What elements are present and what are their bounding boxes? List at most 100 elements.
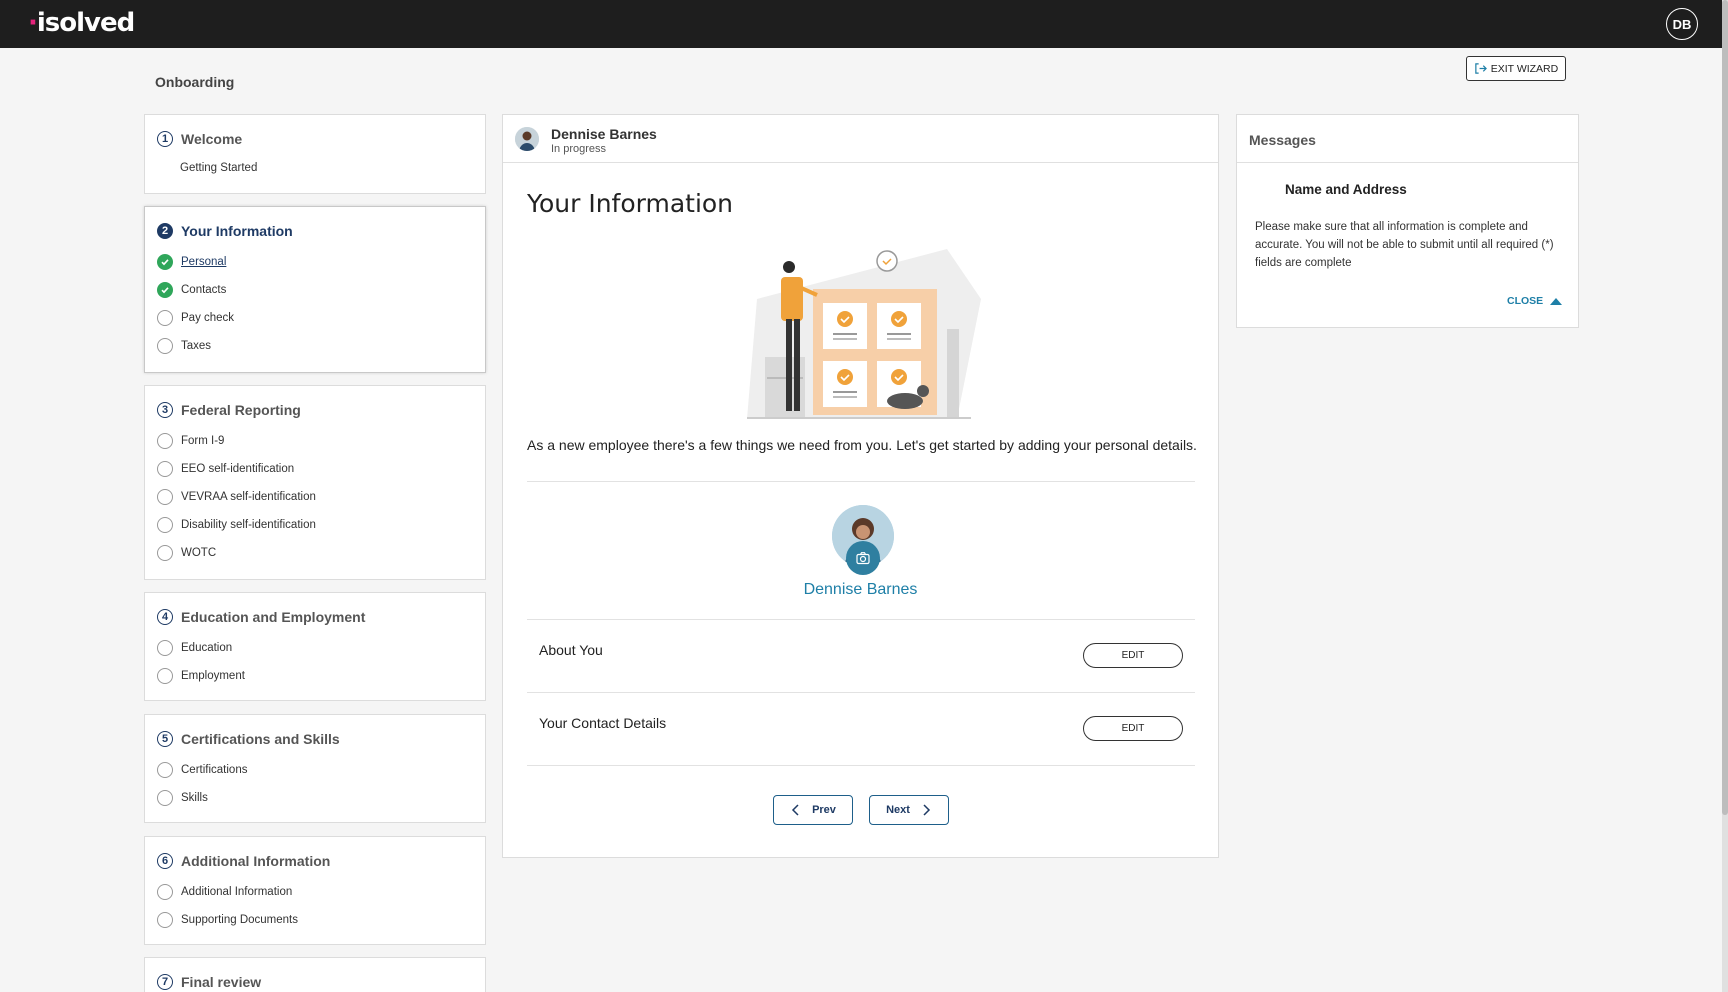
nav-item-employment[interactable]: Employment	[157, 668, 245, 684]
step-number-4: 4	[157, 609, 173, 625]
nav-item-education[interactable]: Education	[157, 640, 232, 656]
employee-status: In progress	[551, 143, 607, 155]
message-text: Please make sure that all information is…	[1255, 221, 1554, 269]
edit-contact-details-button[interactable]: EDIT	[1083, 716, 1183, 741]
scrollbar-thumb[interactable]	[1722, 0, 1728, 815]
section-title: Your Information	[181, 223, 293, 239]
message-title: Name and Address	[1285, 182, 1407, 197]
section-your-information: 2 Your Information Personal Contacts Pay …	[144, 206, 486, 373]
section-title: Education and Employment	[181, 609, 366, 625]
nav-item-label: Pay check	[181, 312, 235, 324]
empty-circle-icon	[157, 433, 173, 449]
empty-circle-icon	[157, 668, 173, 684]
nav-item-label: Getting Started	[180, 162, 258, 174]
section-header[interactable]: 6 Additional Information	[157, 853, 330, 869]
empty-circle-icon	[157, 790, 173, 806]
main-panel: Dennise Barnes In progress Your Informat…	[502, 114, 1219, 858]
profile-name-link[interactable]: Dennise Barnes	[503, 581, 1218, 599]
section-title: Final review	[181, 974, 262, 990]
step-number-7: 7	[157, 974, 173, 990]
section-final-review: 7 Final review	[144, 957, 486, 992]
divider	[527, 481, 1195, 482]
nav-item-personal[interactable]: Personal	[157, 254, 226, 270]
step-number-2: 2	[157, 223, 173, 239]
nav-item-certifications[interactable]: Certifications	[157, 762, 247, 778]
exit-wizard-button[interactable]: EXIT WIZARD	[1466, 56, 1566, 81]
prev-button[interactable]: Prev	[773, 795, 853, 825]
edit-about-you-button[interactable]: EDIT	[1083, 643, 1183, 668]
nav-item-label: Form I-9	[181, 435, 225, 447]
empty-circle-icon	[157, 489, 173, 505]
nav-item-label: Taxes	[181, 340, 212, 352]
onboarding-illustration	[747, 249, 981, 419]
empty-circle-icon	[157, 461, 173, 477]
step-number-5: 5	[157, 731, 173, 747]
nav-item-label: Personal	[181, 256, 227, 268]
empty-circle-icon	[157, 640, 173, 656]
section-additional-information: 6 Additional Information Additional Infor…	[144, 836, 486, 945]
messages-title: Messages	[1249, 132, 1316, 148]
nav-item-label: Contacts	[181, 284, 227, 296]
check-circle-icon	[157, 254, 173, 270]
employee-avatar	[515, 127, 539, 151]
nav-item-label: Education	[181, 642, 233, 654]
empty-circle-icon	[157, 310, 173, 326]
page-scrollbar[interactable]	[1722, 0, 1728, 992]
section-header[interactable]: 4 Education and Employment	[157, 609, 365, 625]
section-header[interactable]: 1 Welcome	[157, 131, 242, 147]
messages-header: Messages	[1237, 115, 1578, 163]
contact-details-label: Your Contact Details	[539, 715, 667, 731]
nav-item-getting-started[interactable]: Getting Started	[180, 162, 257, 174]
chevron-left-icon	[792, 804, 799, 816]
nav-item-label: VEVRAA self-identification	[181, 491, 316, 503]
section-education-employment: 4 Education and Employment Education Empl…	[144, 592, 486, 701]
nav-item-label: WOTC	[181, 547, 217, 559]
nav-item-form-i9[interactable]: Form I-9	[157, 433, 224, 449]
section-header[interactable]: 7 Final review	[157, 974, 261, 990]
camera-icon[interactable]	[846, 541, 880, 575]
divider	[527, 765, 1195, 766]
top-bar: ·isolved DB	[0, 0, 1728, 48]
divider	[527, 619, 1195, 620]
section-title: Additional Information	[181, 853, 331, 869]
employee-name: Dennise Barnes	[551, 126, 657, 142]
empty-circle-icon	[157, 517, 173, 533]
step-number-1: 1	[157, 131, 173, 147]
nav-item-skills[interactable]: Skills	[157, 790, 208, 806]
nav-item-label: Additional Information	[181, 886, 293, 898]
nav-item-contacts[interactable]: Contacts	[157, 282, 226, 298]
nav-item-label: Disability self-identification	[181, 519, 316, 531]
exit-icon	[1475, 63, 1487, 74]
isolved-logo[interactable]: ·isolved	[28, 8, 135, 38]
nav-item-taxes[interactable]: Taxes	[157, 338, 211, 354]
section-welcome: 1 Welcome Getting Started	[144, 114, 486, 194]
empty-circle-icon	[157, 884, 173, 900]
section-certifications-skills: 5 Certifications and Skills Certification…	[144, 714, 486, 823]
nav-item-disability[interactable]: Disability self-identification	[157, 517, 316, 533]
next-button[interactable]: Next	[869, 795, 949, 825]
employee-header: Dennise Barnes In progress	[503, 115, 1218, 163]
section-title: Welcome	[181, 131, 243, 147]
nav-item-pay-check[interactable]: Pay check	[157, 310, 234, 326]
section-header[interactable]: 5 Certifications and Skills	[157, 731, 340, 747]
messages-panel: Messages Name and Address Please make su…	[1236, 114, 1579, 328]
empty-circle-icon	[157, 545, 173, 561]
caret-up-icon	[1550, 298, 1563, 305]
intro-text: As a new employee there's a few things w…	[527, 437, 1197, 453]
nav-item-vevraa[interactable]: VEVRAA self-identification	[157, 489, 316, 505]
next-label: Next	[886, 804, 910, 816]
nav-item-additional-information[interactable]: Additional Information	[157, 884, 292, 900]
chevron-right-icon	[923, 804, 930, 816]
step-number-3: 3	[157, 402, 173, 418]
nav-item-eeo[interactable]: EEO self-identification	[157, 461, 294, 477]
nav-item-wotc[interactable]: WOTC	[157, 545, 216, 561]
user-avatar[interactable]: DB	[1666, 8, 1698, 40]
section-header[interactable]: 2 Your Information	[157, 223, 293, 239]
check-circle-icon	[157, 282, 173, 298]
divider	[527, 692, 1195, 693]
nav-item-supporting-documents[interactable]: Supporting Documents	[157, 912, 298, 928]
empty-circle-icon	[157, 338, 173, 354]
nav-item-label: Supporting Documents	[181, 914, 298, 926]
close-message-button[interactable]: CLOSE	[1507, 295, 1563, 307]
section-header[interactable]: 3 Federal Reporting	[157, 402, 301, 418]
